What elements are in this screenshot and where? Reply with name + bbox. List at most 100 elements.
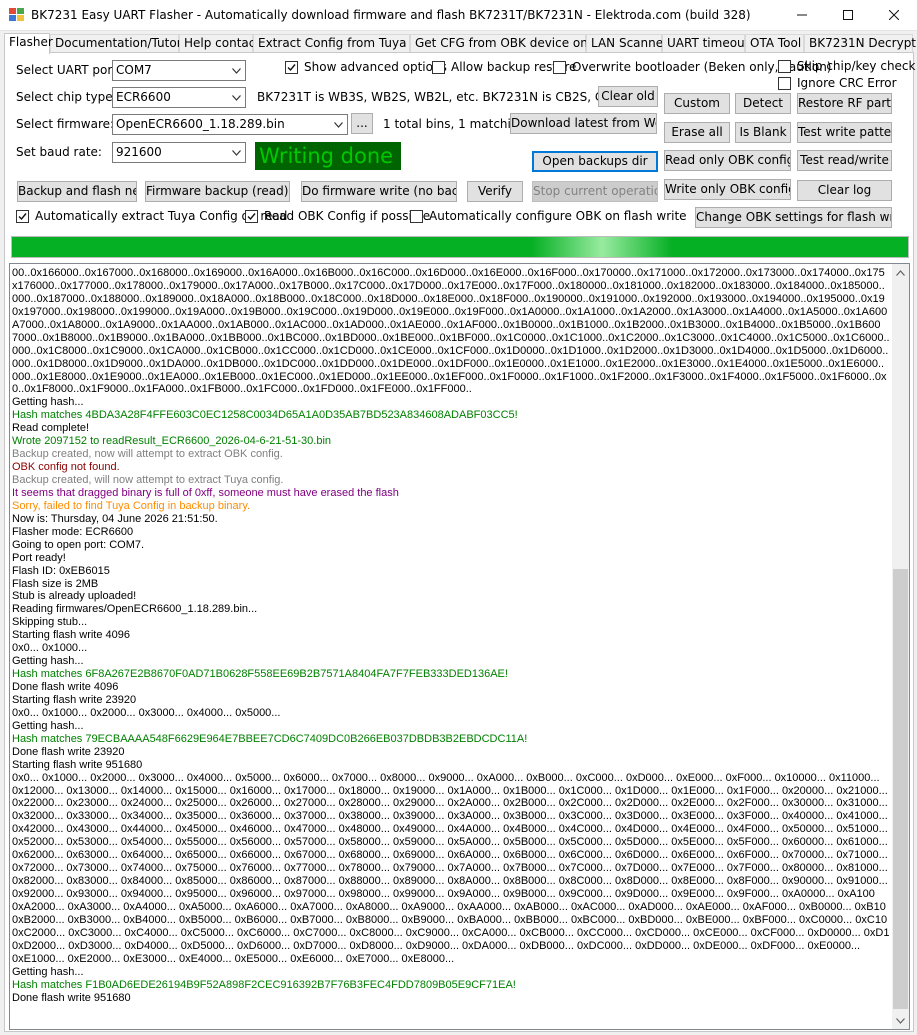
allow-backup-restore-checkbox[interactable]: Allow backup restore <box>432 60 576 76</box>
status-label: Writing done <box>255 142 401 170</box>
erase-all-button[interactable]: Erase all <box>664 122 730 143</box>
firmware-write-button[interactable]: Do firmware write (no backup!) <box>301 181 457 202</box>
log-line: Getting hash... <box>12 965 84 978</box>
change-obk-settings-button[interactable]: Change OBK settings for flash write <box>695 207 892 228</box>
overwrite-bootloader-checkbox[interactable]: Overwrite bootloader (Beken only, cautio… <box>553 60 832 76</box>
download-latest-button[interactable]: Download latest from Web <box>510 113 657 134</box>
log-line: 0x62000... 0x63000... 0x64000... 0x65000… <box>12 849 888 862</box>
auto-extract-tuya-checkbox[interactable]: Automatically extract Tuya Config on rea… <box>16 209 287 225</box>
scroll-down-icon[interactable] <box>892 1012 909 1029</box>
baud-label: Set baud rate: <box>16 145 102 159</box>
log-line: OBK config not found. <box>12 461 120 474</box>
log-line: 000..0x1D8000..0x1D9000..0x1DA000..0x1DB… <box>12 357 885 370</box>
checkbox-empty-icon <box>778 77 791 90</box>
checkbox-empty-icon <box>553 61 566 74</box>
log-line: Getting hash... <box>12 655 84 668</box>
chip-label: Select chip type: <box>16 90 117 104</box>
read-only-obk-button[interactable]: Read only OBK config <box>664 150 791 171</box>
checkbox-empty-icon <box>432 61 445 74</box>
log-line: Skipping stub... <box>12 616 88 629</box>
tab-flasher[interactable]: Flasher <box>4 33 53 54</box>
log-line: Backup created, will now attempt to extr… <box>12 474 284 486</box>
log-line: 0x0... 0x1000... 0x2000... 0x3000... 0x4… <box>12 771 880 784</box>
title-bar: BK7231 Easy UART Flasher - Automatically… <box>0 0 917 31</box>
log-line: Done flash write 23920 <box>12 745 125 758</box>
write-only-obk-button[interactable]: Write only OBK config <box>664 179 791 200</box>
tab-strip: Flasher Documentation/Tutorials Help con… <box>4 33 917 54</box>
tab-help-contact[interactable]: Help contact <box>179 34 260 53</box>
is-blank-button[interactable]: Is Blank <box>735 122 791 143</box>
clear-log-button[interactable]: Clear log <box>797 180 892 201</box>
minimize-button[interactable] <box>779 0 825 30</box>
tab-uart-timeouts[interactable]: UART timeouts <box>662 34 756 53</box>
show-advanced-checkbox[interactable]: Show advanced options <box>285 60 447 76</box>
detect-button[interactable]: Detect <box>735 93 791 114</box>
log-line: 0xD2000... 0xD3000... 0xD4000... 0xD5000… <box>12 939 861 952</box>
log-line: 7000..0x1B8000..0x1B9000..0x1BA000..0x1B… <box>12 331 890 344</box>
chevron-down-icon <box>228 143 245 162</box>
log-line: 0x42000... 0x43000... 0x44000... 0x45000… <box>12 823 888 836</box>
log-output[interactable]: 00..0x166000..0x167000..0x168000..0x1690… <box>9 263 910 1030</box>
firmware-select[interactable]: OpenECR6600_1.18.289.bin <box>112 114 348 135</box>
log-line: 0x0... 0x1000... 0x2000... 0x3000... 0x4… <box>12 706 281 719</box>
log-line: Flash size is 2MB <box>12 577 99 590</box>
browse-firmware-button[interactable]: ... <box>351 113 373 134</box>
log-line: 0xB2000... 0xB3000... 0xB4000... 0xB5000… <box>12 913 888 926</box>
scroll-thumb[interactable] <box>893 569 908 1009</box>
log-line: 0x82000... 0x83000... 0x84000... 0x85000… <box>12 875 888 888</box>
log-line: Stub is already uploaded! <box>12 590 137 603</box>
test-read-write-button[interactable]: Test read/write <box>797 150 892 171</box>
log-line: Done flash write 4096 <box>12 681 119 693</box>
log-line: Flasher mode: ECR6600 <box>12 525 134 538</box>
uart-port-select[interactable]: COM7 <box>112 60 246 81</box>
ignore-crc-checkbox[interactable]: Ignore CRC Error <box>778 76 903 92</box>
log-line: Sorry, failed to find Tuya Config in bac… <box>12 499 251 512</box>
firmware-count: 1 total bins, 1 matching. <box>383 117 530 131</box>
app-icon <box>9 8 25 22</box>
tab-lan-scanner[interactable]: LAN Scanner <box>586 34 668 53</box>
read-obk-config-checkbox[interactable]: Read OBK Config if possible <box>245 209 430 225</box>
log-line: Wrote 2097152 to readResult_ECR6600_2026… <box>12 435 332 448</box>
baud-rate-select[interactable]: 921600 <box>112 142 246 163</box>
custom-button[interactable]: Custom <box>664 93 730 114</box>
log-line: 0xC2000... 0xC3000... 0xC4000... 0xC5000… <box>12 926 890 939</box>
stop-operation-button[interactable]: Stop current operation <box>532 181 658 202</box>
test-write-pattern-button[interactable]: Test write pattern <box>797 122 892 143</box>
flasher-panel: Select UART port: Select chip type: Sele… <box>4 52 915 1032</box>
open-backups-button[interactable]: Open backups dir <box>532 151 658 172</box>
log-line: 0x0... 0x1000... <box>12 642 88 655</box>
log-line: Hash matches 79ECBAAAA548F6629E964E7BBEE… <box>12 732 528 745</box>
chip-type-select[interactable]: ECR6600 <box>112 87 246 108</box>
checkbox-checked-icon <box>16 210 29 223</box>
backup-and-flash-button[interactable]: Backup and flash new <box>17 181 137 202</box>
tab-ota-tool[interactable]: OTA Tool <box>745 34 804 53</box>
skip-chip-key-checkbox[interactable]: Skip chip/key check <box>778 59 915 75</box>
close-icon <box>889 10 899 20</box>
auto-configure-obk-checkbox[interactable]: Automatically configure OBK on flash wri… <box>410 209 687 225</box>
chevron-down-icon <box>228 88 245 107</box>
log-line: 000..0x187000..0x188000..0x189000..0x18A… <box>12 292 885 305</box>
checkbox-checked-icon <box>245 210 258 223</box>
progress-shine <box>532 237 672 257</box>
firmware-backup-button[interactable]: Firmware backup (read) only <box>145 181 290 202</box>
log-line: Hash matches 4BDA3A28F4FFE603C0EC1258C00… <box>12 409 518 422</box>
log-line: 0x12000... 0x13000... 0x14000... 0x15000… <box>12 784 888 797</box>
window-title: BK7231 Easy UART Flasher - Automatically… <box>31 8 751 22</box>
restore-rf-button[interactable]: Restore RF part <box>797 93 892 114</box>
maximize-button[interactable] <box>825 0 871 30</box>
tab-bk7231n-decryption[interactable]: BK7231N Decryption <box>804 34 917 53</box>
log-line: 00..0x166000..0x167000..0x168000..0x1690… <box>12 267 885 279</box>
tab-documentation[interactable]: Documentation/Tutorials <box>50 34 202 53</box>
verify-button[interactable]: Verify <box>467 181 523 202</box>
tab-get-cfg[interactable]: Get CFG from OBK device on LAN <box>410 34 616 53</box>
log-line: x176000..0x177000..0x178000..0x179000..0… <box>12 279 885 292</box>
close-button[interactable] <box>871 0 917 30</box>
scroll-up-icon[interactable] <box>892 264 909 281</box>
log-scrollbar[interactable] <box>892 264 909 1029</box>
tab-extract-config[interactable]: Extract Config from Tuya binary <box>253 34 448 53</box>
clear-old-button[interactable]: Clear old <box>598 86 658 107</box>
checkbox-empty-icon <box>410 210 423 223</box>
progress-fill <box>12 237 908 257</box>
log-line: Reading firmwares/OpenECR6600_1.18.289.b… <box>12 603 258 616</box>
log-lines: 00..0x166000..0x167000..0x168000..0x1690… <box>12 267 890 1004</box>
